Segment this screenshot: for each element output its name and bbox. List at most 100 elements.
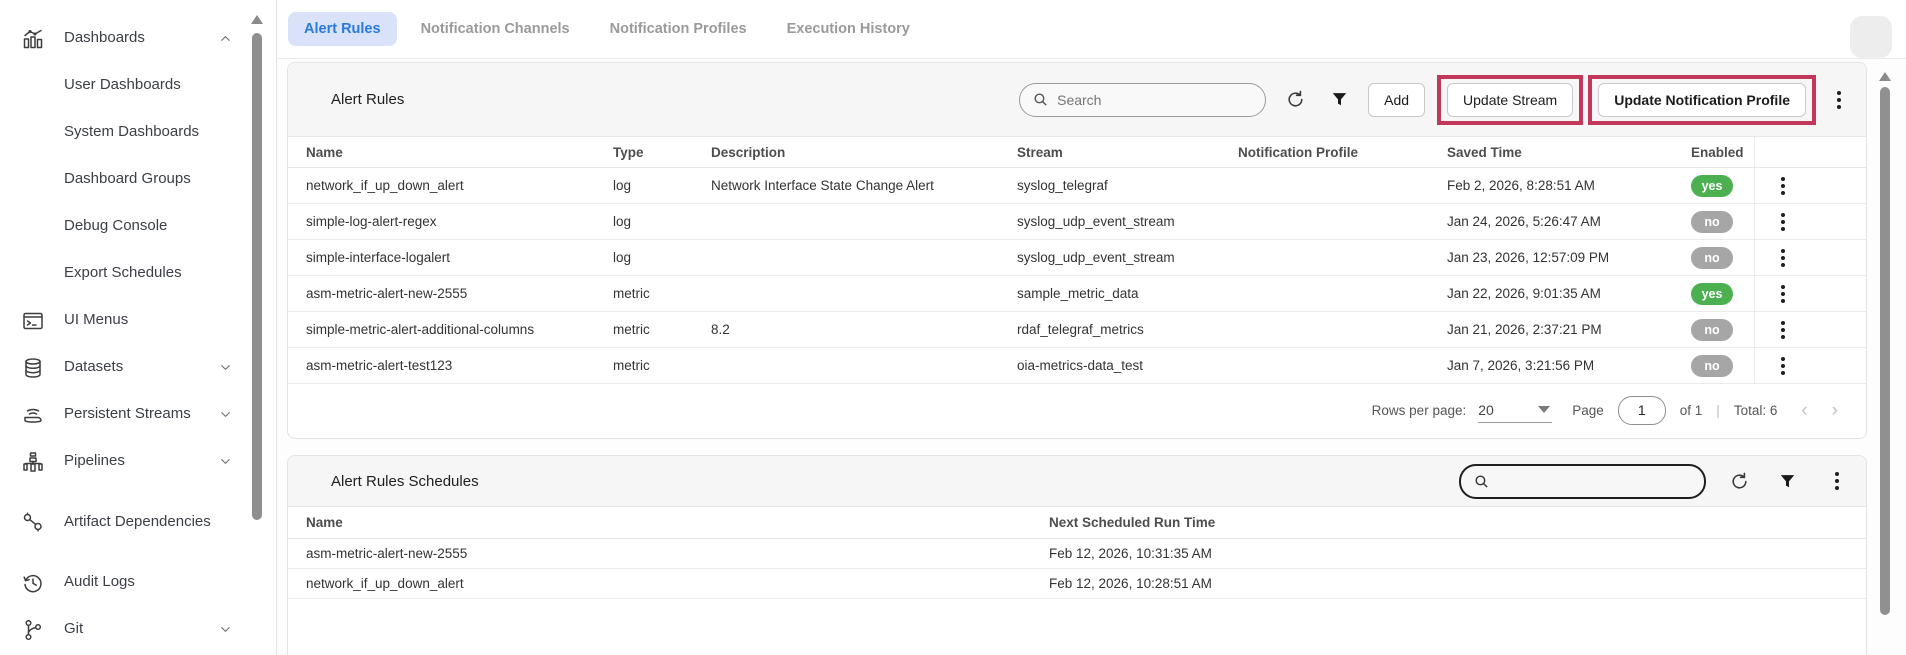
page-scrollbar-thumb[interactable] [1880, 87, 1890, 615]
sidebar-item-label: UI Menus [64, 310, 128, 330]
search-icon [1032, 91, 1049, 108]
search-input[interactable] [1498, 473, 1678, 489]
terminal-icon [21, 309, 45, 333]
caret-down-icon [1538, 406, 1550, 413]
sidebar-item-system-dashboards[interactable]: System Dashboards [0, 109, 276, 156]
filter-icon [1778, 472, 1797, 491]
column-header-stream: Stream [1017, 145, 1238, 160]
rows-per-page-select[interactable]: 20 [1478, 397, 1552, 423]
kebab-menu-icon [1781, 249, 1785, 267]
add-button[interactable]: Add [1368, 83, 1425, 117]
table-row: simple-metric-alert-additional-columns m… [288, 312, 1866, 348]
update-stream-button[interactable]: Update Stream [1447, 83, 1573, 117]
database-icon [21, 356, 45, 380]
column-header-notification-profile: Notification Profile [1238, 145, 1447, 160]
row-actions-button[interactable] [1755, 353, 1781, 379]
sidebar-item-datasets[interactable]: Datasets [0, 344, 276, 391]
scroll-up-arrow-icon[interactable] [251, 15, 263, 24]
rows-per-page-label: Rows per page: [1372, 403, 1467, 418]
kebab-menu-icon [1781, 321, 1785, 339]
page-number-input[interactable] [1618, 396, 1666, 425]
refresh-button[interactable] [1282, 87, 1308, 113]
cell-saved-time: Jan 7, 2026, 3:21:56 PM [1447, 358, 1691, 373]
panel-title: Alert Rules [331, 91, 404, 108]
schedules-search[interactable] [1459, 464, 1706, 499]
kebab-menu-icon [1781, 357, 1785, 375]
cell-name: asm-metric-alert-test123 [306, 358, 613, 373]
tab-notification-channels[interactable]: Notification Channels [405, 12, 586, 46]
history-clock-icon [21, 571, 45, 595]
row-actions-button[interactable] [1755, 209, 1781, 235]
column-header-description: Description [711, 145, 1017, 160]
refresh-icon [1729, 471, 1750, 492]
tab-execution-history[interactable]: Execution History [771, 12, 926, 46]
cell-type: metric [613, 358, 711, 373]
cell-type: metric [613, 322, 711, 337]
table-row: simple-log-alert-regex log syslog_udp_ev… [288, 204, 1866, 240]
row-actions-button[interactable] [1755, 173, 1781, 199]
search-input[interactable] [1057, 92, 1237, 108]
sidebar-item-pipelines[interactable]: Pipelines [0, 438, 276, 485]
table-row: asm-metric-alert-new-2555 metric sample_… [288, 276, 1866, 312]
cell-stream: syslog_udp_event_stream [1017, 214, 1238, 229]
search-icon [1473, 473, 1490, 490]
sidebar-item-user-dashboards[interactable]: User Dashboards [0, 62, 276, 109]
next-page-button[interactable]: › [1832, 401, 1838, 420]
prev-page-button[interactable]: ‹ [1801, 401, 1807, 420]
cell-name: asm-metric-alert-new-2555 [306, 546, 1049, 561]
column-header-name: Name [306, 515, 1049, 530]
schedules-panel-header: Alert Rules Schedules [288, 456, 1866, 507]
kebab-menu-icon [1781, 177, 1785, 195]
table-row: network_if_up_down_alert log Network Int… [288, 168, 1866, 204]
rows-per-page-value: 20 [1478, 402, 1494, 418]
refresh-button[interactable] [1726, 468, 1752, 494]
sidebar-item-label: Git [64, 619, 83, 639]
stream-icon [21, 403, 45, 427]
column-header-next-run: Next Scheduled Run Time [1049, 515, 1866, 530]
sidebar-item-git[interactable]: Git [0, 606, 276, 653]
sidebar-item-label: Debug Console [64, 216, 167, 236]
sidebar-item-export-schedules[interactable]: Export Schedules [0, 250, 276, 297]
filter-button[interactable] [1774, 468, 1800, 494]
scroll-up-arrow-icon[interactable] [1879, 72, 1891, 81]
enabled-badge: yes [1691, 175, 1733, 197]
sidebar-item-dashboards[interactable]: Dashboards [0, 15, 276, 62]
page-scrollbar[interactable] [1880, 0, 1890, 655]
column-header-enabled: Enabled [1691, 145, 1754, 160]
kebab-menu-icon [1837, 91, 1841, 109]
sidebar-scrollbar[interactable] [252, 0, 262, 655]
enabled-badge: yes [1691, 283, 1733, 305]
update-notification-profile-button[interactable]: Update Notification Profile [1598, 83, 1806, 117]
schedules-toolbar [1459, 464, 1866, 499]
cell-next-run: Feb 12, 2026, 10:31:35 AM [1049, 546, 1866, 561]
sidebar-item-ui-menus[interactable]: UI Menus [0, 297, 276, 344]
row-actions-button[interactable] [1755, 317, 1781, 343]
git-branch-icon [21, 618, 45, 642]
sidebar-item-persistent-streams[interactable]: Persistent Streams [0, 391, 276, 438]
cell-saved-time: Jan 22, 2026, 9:01:35 AM [1447, 286, 1691, 301]
filter-icon [1330, 90, 1349, 109]
chevron-up-icon [218, 31, 233, 46]
sidebar-item-audit-logs[interactable]: Audit Logs [0, 559, 276, 606]
cell-name: network_if_up_down_alert [306, 178, 613, 193]
cell-type: log [613, 178, 711, 193]
filter-button[interactable] [1326, 87, 1352, 113]
more-options-button[interactable] [1824, 468, 1850, 494]
table-row: asm-metric-alert-test123 metric oia-metr… [288, 348, 1866, 384]
row-actions-button[interactable] [1755, 245, 1781, 271]
column-header-actions [1754, 137, 1866, 167]
sidebar-item-artifact-dependencies[interactable]: Artifact Dependencies [0, 485, 276, 559]
total-count-label: Total: 6 [1734, 403, 1778, 418]
sidebar-scrollbar-thumb[interactable] [252, 33, 262, 520]
update-stream-annotation-box: Update Stream [1437, 75, 1583, 125]
tab-notification-profiles[interactable]: Notification Profiles [594, 12, 763, 46]
sidebar-item-debug-console[interactable]: Debug Console [0, 203, 276, 250]
page-of-label: of 1 [1680, 403, 1703, 418]
tab-alert-rules[interactable]: Alert Rules [288, 12, 397, 46]
row-actions-button[interactable] [1755, 281, 1781, 307]
alert-rules-search[interactable] [1019, 83, 1266, 117]
sidebar-item-dashboard-groups[interactable]: Dashboard Groups [0, 156, 276, 203]
more-options-button[interactable] [1826, 87, 1852, 113]
artifact-link-icon [21, 510, 45, 534]
page-label: Page [1572, 403, 1604, 418]
